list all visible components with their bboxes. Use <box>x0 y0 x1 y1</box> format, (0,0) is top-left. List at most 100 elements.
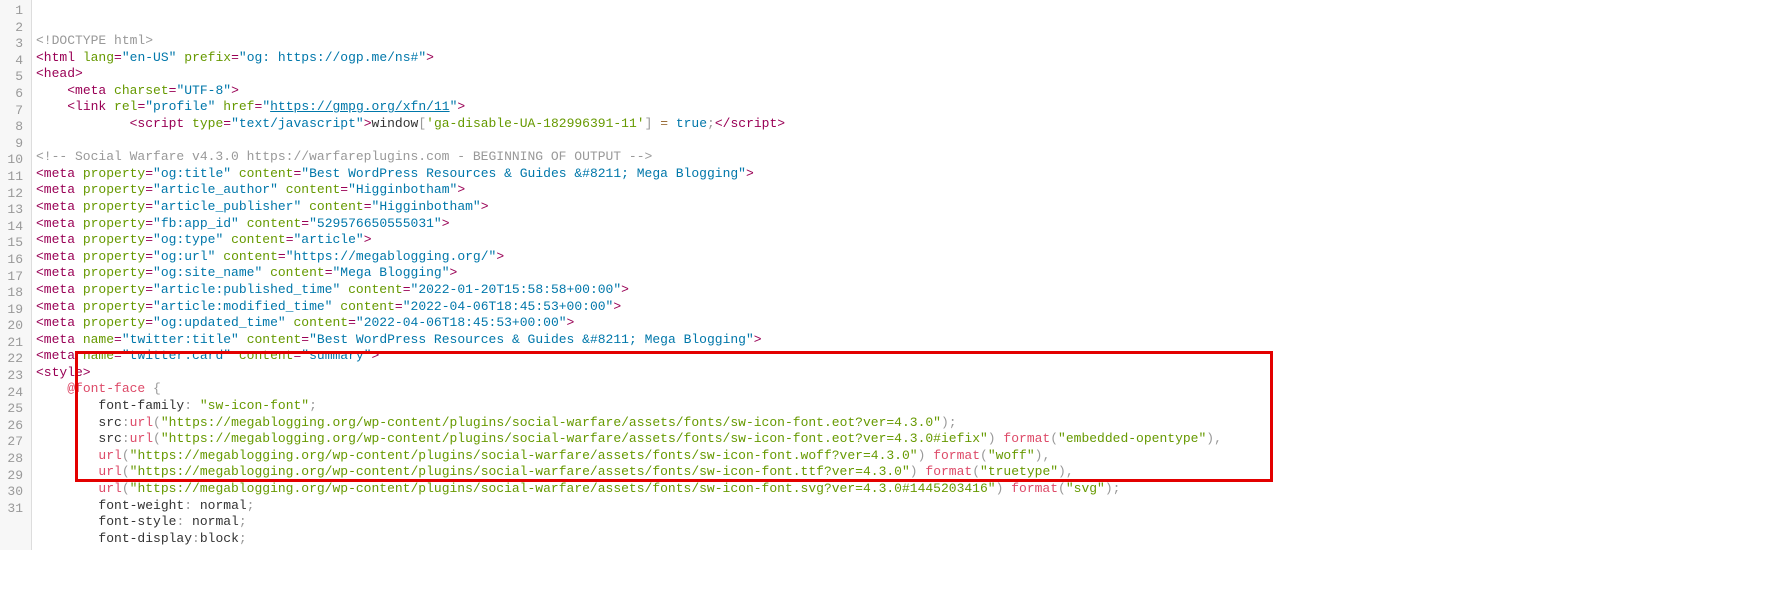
code-line[interactable]: <meta name="twitter:card" content="summa… <box>36 348 1222 365</box>
line-number: 28 <box>4 451 23 468</box>
code-line[interactable]: <meta property="article_publisher" conte… <box>36 199 1222 216</box>
code-token: "en-US" <box>122 50 177 65</box>
code-token: = <box>340 182 348 197</box>
code-line[interactable]: <html lang="en-US" prefix="og: https://o… <box>36 50 1222 67</box>
code-token: > <box>496 249 504 264</box>
line-number: 11 <box>4 169 23 186</box>
code-token <box>36 83 67 98</box>
code-token <box>36 398 98 413</box>
code-token: "UTF-8" <box>176 83 231 98</box>
code-token: > <box>442 216 450 231</box>
code-token: = <box>114 50 122 65</box>
code-line[interactable]: <meta property="fb:app_id" content="5295… <box>36 216 1222 233</box>
line-number: 24 <box>4 385 23 402</box>
code-line[interactable]: url("https://megablogging.org/wp-content… <box>36 448 1222 465</box>
code-token: "profile" <box>145 99 215 114</box>
code-line[interactable]: @font-face { <box>36 381 1222 398</box>
code-token: "text/javascript" <box>231 116 364 131</box>
code-line[interactable]: font-family: "sw-icon-font"; <box>36 398 1222 415</box>
code-token <box>145 381 153 396</box>
code-token: "https://megablogging.org/wp-content/plu… <box>130 481 996 496</box>
code-token: property <box>83 216 145 231</box>
code-token: "Mega Blogging" <box>333 265 450 280</box>
code-line[interactable]: <!DOCTYPE html> <box>36 33 1222 50</box>
line-number: 4 <box>4 53 23 70</box>
code-token: { <box>153 381 161 396</box>
code-token: content <box>286 182 341 197</box>
code-token: font-weight <box>98 498 184 513</box>
code-line[interactable]: <meta property="og:title" content="Best … <box>36 166 1222 183</box>
code-line[interactable]: <meta property="article:published_time" … <box>36 282 1222 299</box>
code-token: rel <box>114 99 137 114</box>
code-token: "2022-04-06T18:45:53+00:00" <box>356 315 567 330</box>
code-line[interactable]: <meta property="og:url" content="https:/… <box>36 249 1222 266</box>
code-token: "og:site_name" <box>153 265 262 280</box>
code-token: : <box>122 415 130 430</box>
code-token: "twitter:title" <box>122 332 239 347</box>
code-token: = <box>403 282 411 297</box>
code-line[interactable]: <meta property="article:modified_time" c… <box>36 299 1222 316</box>
code-line[interactable]: font-display:block; <box>36 531 1222 548</box>
line-number: 25 <box>4 401 23 418</box>
code-token: <meta <box>36 282 83 297</box>
code-token: <meta <box>67 83 114 98</box>
code-token: <meta <box>36 166 83 181</box>
code-line[interactable]: url("https://megablogging.org/wp-content… <box>36 464 1222 481</box>
code-token: window <box>372 116 419 131</box>
code-token: = <box>145 282 153 297</box>
code-token: <meta <box>36 265 83 280</box>
code-token: type <box>192 116 223 131</box>
code-token: property <box>83 166 145 181</box>
line-number: 14 <box>4 219 23 236</box>
code-token: = <box>301 332 309 347</box>
code-token: "2022-01-20T15:58:58+00:00" <box>411 282 622 297</box>
code-token <box>36 464 98 479</box>
line-number: 9 <box>4 136 23 153</box>
code-line[interactable]: <head> <box>36 66 1222 83</box>
code-token: name <box>83 348 114 363</box>
code-line[interactable]: font-weight: normal; <box>36 498 1222 515</box>
code-line[interactable]: <meta property="article_author" content=… <box>36 182 1222 199</box>
code-line[interactable]: src:url("https://megablogging.org/wp-con… <box>36 415 1222 432</box>
code-token: > <box>457 182 465 197</box>
code-token: "article_publisher" <box>153 199 301 214</box>
code-token: "embedded-opentype" <box>1058 431 1206 446</box>
code-token: normal <box>192 498 247 513</box>
code-token <box>36 133 44 148</box>
code-token: = <box>145 216 153 231</box>
code-token: "https://megablogging.org/wp-content/plu… <box>161 415 941 430</box>
code-token: "article_author" <box>153 182 278 197</box>
code-token: ; <box>309 398 317 413</box>
code-token: "https://megablogging.org/wp-content/plu… <box>130 464 910 479</box>
code-token: : <box>192 531 200 546</box>
code-token <box>239 332 247 347</box>
code-line[interactable] <box>36 133 1222 150</box>
code-line[interactable]: font-style: normal; <box>36 514 1222 531</box>
code-token: "article" <box>294 232 364 247</box>
code-token: <style> <box>36 365 91 380</box>
code-token: content <box>223 249 278 264</box>
code-line[interactable]: <meta charset="UTF-8"> <box>36 83 1222 100</box>
code-token: > <box>746 166 754 181</box>
code-token <box>668 116 676 131</box>
code-token: = <box>301 216 309 231</box>
code-token: > <box>754 332 762 347</box>
code-token: content <box>348 282 403 297</box>
code-line[interactable]: url("https://megablogging.org/wp-content… <box>36 481 1222 498</box>
code-line[interactable]: src:url("https://megablogging.org/wp-con… <box>36 431 1222 448</box>
line-number: 2 <box>4 20 23 37</box>
code-line[interactable]: <meta property="og:site_name" content="M… <box>36 265 1222 282</box>
code-line[interactable]: <!-- Social Warfare v4.3.0 https://warfa… <box>36 149 1222 166</box>
code-token: ( <box>980 448 988 463</box>
code-token <box>36 448 98 463</box>
code-line[interactable]: <meta name="twitter:title" content="Best… <box>36 332 1222 349</box>
code-editor-content[interactable]: <!DOCTYPE html><html lang="en-US" prefix… <box>32 0 1222 550</box>
code-line[interactable]: <meta property="og:type" content="articl… <box>36 232 1222 249</box>
code-line[interactable]: <script type="text/javascript">window['g… <box>36 116 1222 133</box>
code-token: content <box>239 166 294 181</box>
line-number: 3 <box>4 36 23 53</box>
code-line[interactable]: <link rel="profile" href="https://gmpg.o… <box>36 99 1222 116</box>
code-line[interactable]: <style> <box>36 365 1222 382</box>
code-line[interactable]: <meta property="og:updated_time" content… <box>36 315 1222 332</box>
code-token: > <box>457 99 465 114</box>
